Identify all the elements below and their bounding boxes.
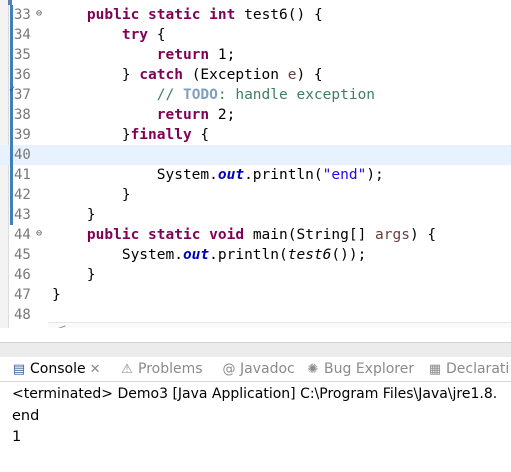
line-number: 36 (14, 67, 31, 83)
code-text: } (52, 207, 96, 223)
line-number: 42 (14, 187, 31, 203)
line-number: 48 (14, 307, 31, 323)
line-number: 37 (14, 87, 31, 103)
tab-javadoc[interactable]: @ Javadoc (222, 357, 295, 381)
tab-problems[interactable]: ⚠ Problems (120, 357, 203, 381)
code-text: System.out.println(test6()); (52, 247, 367, 263)
quick-diff-marker (10, 5, 13, 25)
code-line[interactable]: 41 System.out.println("end"); (0, 165, 511, 185)
tab-console[interactable]: ▤ Console ✕ (12, 357, 101, 381)
line-number: 38 (14, 107, 31, 123)
code-line[interactable]: 36 } catch (Exception e) { (0, 65, 511, 85)
code-text: public static void main(String[] args) { (86, 227, 437, 243)
quick-diff-marker (10, 205, 13, 225)
console-output-line: 1 (12, 429, 22, 445)
line-number: 45 (14, 247, 31, 263)
line-number: 46 (14, 267, 31, 283)
horizontal-scrollbar[interactable]: < (48, 322, 511, 328)
javadoc-icon: @ (222, 362, 236, 377)
line-number: 43 (14, 207, 31, 223)
code-line[interactable]: 34 try { (0, 25, 511, 45)
line-number: 34 (14, 27, 31, 43)
console-status-line: <terminated> Demo3 [Java Application] C:… (12, 386, 498, 402)
line-number: 44 (14, 227, 31, 243)
tab-label: Problems (138, 361, 203, 377)
code-line[interactable]: 44 ⊖ public static void main(String[] arg… (0, 225, 511, 245)
task-marker-icon[interactable]: ✓ (9, 85, 15, 95)
code-line[interactable]: 45 System.out.println(test6()); (0, 245, 511, 265)
line-number: 41 (14, 167, 31, 183)
scroll-left-icon[interactable]: < (56, 323, 67, 329)
fold-minus-icon[interactable]: ⊖ (36, 9, 42, 19)
tab-label: Javadoc (240, 361, 295, 377)
code-text: } (52, 187, 131, 203)
code-text: System.out.println("end"); (52, 167, 384, 183)
tab-label: Bug Explorer (324, 361, 415, 377)
view-divider[interactable] (0, 342, 511, 358)
quick-diff-marker (10, 105, 13, 125)
quick-diff-marker (10, 25, 13, 45)
code-line[interactable]: 39 }finally { (0, 125, 511, 145)
line-number: 39 (14, 127, 31, 143)
tab-label: Console (30, 361, 86, 377)
code-text: } (52, 287, 61, 303)
line-number: 47 (14, 287, 31, 303)
code-text: } catch (Exception e) { (52, 67, 323, 83)
quick-diff-marker (10, 145, 13, 165)
code-text: try { (121, 27, 166, 43)
line-number: 35 (14, 47, 31, 63)
console-output[interactable]: end 1 (12, 406, 39, 448)
problems-icon: ⚠ (121, 362, 133, 377)
tab-bug-explorer[interactable]: ✺ Bug Explorer (306, 357, 415, 381)
console-icon: ▤ (12, 362, 26, 377)
tab-declarati[interactable]: ▦ Declarati (428, 357, 509, 381)
tab-label: Declarati (446, 361, 510, 377)
quick-diff-marker (10, 65, 13, 85)
code-text: public static int test6() { (86, 7, 323, 23)
code-text: return 1; (156, 47, 236, 63)
code-editor[interactable]: 33 ⊖ public static int test6() {34 try {3… (0, 0, 511, 328)
code-line[interactable]: 33 ⊖ public static int test6() { (0, 5, 511, 25)
console-output-line: end (12, 408, 40, 424)
declaration-icon: ▦ (428, 362, 442, 377)
code-line[interactable]: 46 } (0, 265, 511, 285)
code-line[interactable]: 43 } (0, 205, 511, 225)
line-number: 40 (14, 147, 31, 163)
quick-diff-marker (10, 125, 13, 145)
code-text: return 2; (156, 107, 236, 123)
fold-minus-icon[interactable]: ⊖ (36, 229, 42, 239)
quick-diff-marker (10, 185, 13, 205)
view-tab-bar: ▤ Console ✕ ⚠ Problems @ Javadoc ✺ Bug Explorer ▦… (0, 357, 511, 382)
code-text: // TODO: handle exception (156, 87, 376, 103)
code-text: } (52, 267, 96, 283)
code-line[interactable]: 37 ✓ // TODO: handle exception (0, 85, 511, 105)
code-line[interactable]: 40 (0, 145, 511, 165)
code-line[interactable]: 42 } (0, 185, 511, 205)
code-text: }finally { (52, 127, 210, 143)
close-icon[interactable]: ✕ (90, 362, 101, 377)
quick-diff-marker (10, 165, 13, 185)
quick-diff-marker (10, 45, 13, 65)
line-number: 33 (14, 7, 31, 23)
bug-icon: ✺ (307, 362, 319, 377)
code-line[interactable]: 35 return 1; (0, 45, 511, 65)
code-line[interactable]: 47} (0, 285, 511, 305)
code-line[interactable]: 38 return 2; (0, 105, 511, 125)
